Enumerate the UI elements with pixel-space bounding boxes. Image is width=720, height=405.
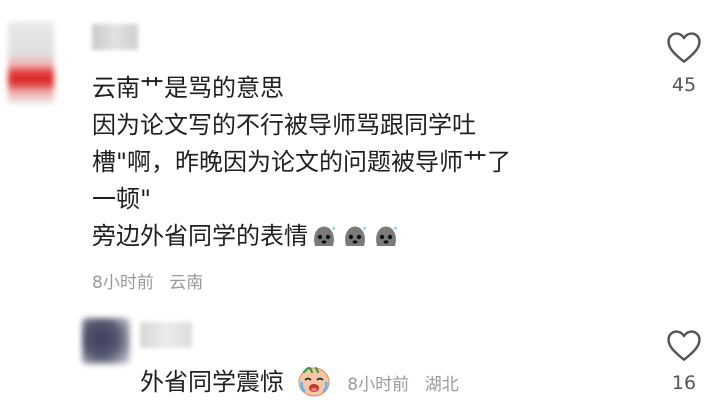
sweat-blob-emoji-icon: [376, 226, 397, 246]
emoji-row: [310, 219, 403, 256]
tearful-shocked-face-emoji-icon: [298, 367, 330, 397]
comment-item: 云南艹是骂的意思 因为论文写的不行被导师骂跟同学吐 槽"啊，昨晚因为论文的问题被…: [0, 0, 720, 300]
comment-line: 一顿": [92, 185, 152, 213]
comment-text: 云南艹是骂的意思 因为论文写的不行被导师骂跟同学吐 槽"啊，昨晚因为论文的问题被…: [92, 70, 511, 256]
username[interactable]: [92, 24, 138, 50]
comment-location: 湖北: [424, 375, 459, 395]
comment-time: 8小时前: [92, 273, 154, 293]
comment-line-text: 旁边外省同学的表情: [92, 222, 308, 250]
like-count: 16: [671, 372, 697, 394]
comment-line: 因为论文写的不行被导师骂跟同学吐: [92, 111, 476, 139]
heart-outline-icon[interactable]: [665, 328, 703, 362]
comment-line: 槽"啊，昨晚因为论文的问题被导师艹了: [92, 148, 512, 176]
comment-text: 外省同学震惊 8小时前 湖北: [140, 364, 459, 403]
like-count: 45: [671, 74, 697, 96]
comment-line-text: 外省同学震惊: [140, 368, 284, 396]
comment-meta: 8小时前 云南: [92, 268, 213, 293]
avatar[interactable]: [8, 22, 54, 104]
like-button[interactable]: 45: [664, 30, 704, 96]
sweat-blob-emoji-icon: [314, 226, 335, 246]
comment-location: 云南: [169, 273, 204, 293]
heart-outline-icon[interactable]: [665, 30, 703, 64]
like-button[interactable]: 16: [664, 328, 704, 394]
comment-time: 8小时前: [347, 375, 410, 395]
username[interactable]: [140, 322, 192, 348]
comment-line: 旁边外省同学的表情: [92, 218, 511, 256]
avatar[interactable]: [82, 318, 130, 364]
sweat-blob-emoji-icon: [345, 226, 366, 246]
reply-item: 外省同学震惊 8小时前 湖北 16: [0, 300, 720, 405]
comment-line: 云南艹是骂的意思: [92, 74, 284, 102]
